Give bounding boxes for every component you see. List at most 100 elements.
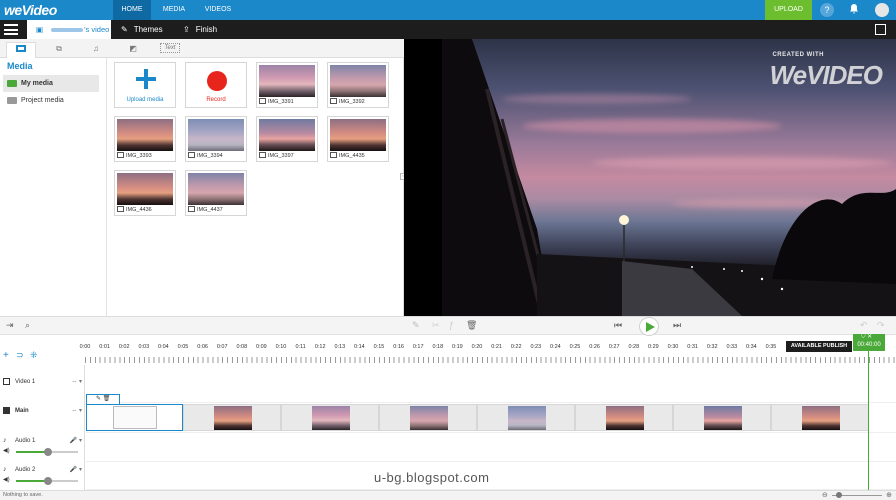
help-icon[interactable]: ? <box>820 3 834 17</box>
upload-media-label: Upload media <box>126 97 164 103</box>
skip-back-icon[interactable]: ⏮ <box>614 320 622 331</box>
media-item[interactable]: IMG_4437 <box>185 170 247 216</box>
library-label: My media <box>21 80 53 87</box>
ruler-label: 0:27 <box>608 344 620 350</box>
media-item[interactable]: IMG_3393 <box>114 116 176 162</box>
cut-icon[interactable]: ✂ <box>432 320 440 331</box>
media-filename: IMG_3393 <box>117 152 152 160</box>
ruler-label: 0:32 <box>706 344 718 350</box>
zoom-slider-knob[interactable] <box>836 492 842 498</box>
finish-button[interactable]: ⇪ Finish <box>183 20 217 39</box>
edit-pencil-icon[interactable]: ✎ <box>412 320 420 331</box>
clip-edit-tab[interactable]: ✎ 🗑 <box>86 394 120 404</box>
video-track-icon <box>3 378 10 385</box>
track-audio-1[interactable]: ♪ Audio 1 🎤 ▾ ◀) <box>0 434 85 461</box>
zoom-out-icon[interactable]: ⊖ <box>822 491 828 500</box>
trash-icon[interactable]: 🗑 <box>466 320 477 331</box>
playhead-line[interactable] <box>868 342 869 490</box>
timeline-ruler[interactable]: 0:00 0:01 0:02 0:03 0:04 0:05 0:06 0:07 0:08 0:09… <box>80 341 896 365</box>
wevideo-logo[interactable]: weVideo <box>4 2 78 18</box>
track-options-icon[interactable]: 🎤 ▾ <box>70 466 82 473</box>
ruler-label: 0:11 <box>295 344 306 350</box>
clip-thumbnail <box>214 406 252 430</box>
playhead-time-badge[interactable]: ⛉ ✕ 00:40:00 <box>853 334 885 351</box>
record-tile[interactable]: Record <box>185 62 247 108</box>
library-my-media[interactable]: My media <box>3 75 99 92</box>
timeline-clip[interactable] <box>673 404 771 431</box>
zoom-control[interactable]: ⊖ ⊕ <box>822 492 892 499</box>
snap-icon[interactable]: ⊃ <box>16 350 24 361</box>
transitions-tab[interactable]: ⧉ <box>50 42 68 55</box>
nav-home[interactable]: HOME <box>113 0 151 20</box>
media-item[interactable]: IMG_3394 <box>185 116 247 162</box>
media-filename: IMG_3392 <box>330 98 365 106</box>
track-audio-2[interactable]: ♪ Audio 2 🎤 ▾ ◀) <box>0 463 85 490</box>
timeline-clip[interactable] <box>183 404 281 431</box>
ruler-label: 0:12 <box>314 344 326 350</box>
zoom-in-icon[interactable]: ⊕ <box>886 491 892 500</box>
lane-audio-2[interactable] <box>86 462 896 490</box>
volume-slider[interactable] <box>16 477 78 485</box>
media-item[interactable]: IMG_4436 <box>114 170 176 216</box>
video-preview[interactable]: CREATED WITH WeVIDEO <box>404 39 896 316</box>
user-avatar[interactable] <box>875 3 889 17</box>
zoom-slider[interactable] <box>832 492 882 498</box>
redo-icon[interactable]: ↷ <box>877 320 885 331</box>
import-icon[interactable]: ⇥ <box>6 320 14 331</box>
search-icon[interactable]: ⌕ <box>25 320 30 331</box>
lane-video-1[interactable] <box>86 365 896 403</box>
timeline-clip[interactable] <box>575 404 673 431</box>
split-icon[interactable]: ⁜ <box>30 350 38 361</box>
media-tabs: ⧉ ♫ ◩ Text <box>0 39 404 58</box>
add-track-icon[interactable]: + <box>3 350 9 361</box>
clip-thumbnail <box>312 406 350 430</box>
text-tab[interactable]: Text <box>160 43 180 53</box>
media-item[interactable]: IMG_3397 <box>256 116 318 162</box>
ruler-label: 0:02 <box>118 344 130 350</box>
ruler-label: 0:05 <box>177 344 189 350</box>
track-name: Main <box>15 408 29 414</box>
graphics-tab[interactable]: ◩ <box>124 42 142 55</box>
lane-main[interactable]: ✎ 🗑 <box>86 394 896 433</box>
play-button[interactable] <box>639 317 659 336</box>
track-main[interactable]: Main ⇔ ▾ <box>0 404 85 430</box>
fullscreen-icon[interactable] <box>875 24 886 35</box>
ruler-label: 0:23 <box>530 344 542 350</box>
notification-bell-icon[interactable] <box>847 3 861 17</box>
speaker-icon: ◀) <box>3 477 10 483</box>
project-tab[interactable]: ▣ 's video <box>27 20 111 39</box>
nav-media[interactable]: MEDIA <box>157 0 191 20</box>
skip-forward-icon[interactable]: ⏭ <box>673 320 681 331</box>
ruler-label: 0:15 <box>373 344 385 350</box>
timeline-clip[interactable] <box>281 404 379 431</box>
timeline-clip-selected[interactable] <box>86 404 183 431</box>
media-item[interactable]: IMG_3391 <box>256 62 318 108</box>
timeline-clip[interactable] <box>477 404 575 431</box>
video-tab[interactable] <box>6 42 36 58</box>
timeline-clip[interactable] <box>771 404 869 431</box>
media-item[interactable]: IMG_3392 <box>327 62 389 108</box>
ruler-label: 0:08 <box>236 344 248 350</box>
ruler-label: 0:16 <box>393 344 404 350</box>
track-video-1[interactable]: Video 1 ⇔ ▾ <box>0 375 85 399</box>
timeline-clip[interactable] <box>379 404 477 431</box>
upload-media-tile[interactable]: Upload media <box>114 62 176 108</box>
media-filename: IMG_3391 <box>259 98 294 106</box>
track-options-icon[interactable]: ⇔ ▾ <box>71 378 82 385</box>
save-status: Nothing to save. <box>3 492 43 498</box>
library-project-media[interactable]: Project media <box>3 92 99 109</box>
media-thumbnail <box>188 119 244 151</box>
fx-icon[interactable]: ƒ <box>449 320 454 330</box>
menu-icon[interactable] <box>4 24 18 35</box>
ruler-label: 0:18 <box>432 344 444 350</box>
media-item[interactable]: IMG_4435 <box>327 116 389 162</box>
music-tab[interactable]: ♫ <box>87 42 105 55</box>
lane-audio-1[interactable] <box>86 433 896 462</box>
video-track-icon <box>3 407 10 414</box>
track-options-icon[interactable]: 🎤 ▾ <box>70 437 82 444</box>
nav-videos[interactable]: VIDEOS <box>199 0 237 20</box>
themes-button[interactable]: ✎ Themes <box>121 20 163 39</box>
track-options-icon[interactable]: ⇔ ▾ <box>71 407 82 414</box>
upload-button[interactable]: UPLOAD <box>765 0 812 20</box>
volume-slider[interactable] <box>16 448 78 456</box>
